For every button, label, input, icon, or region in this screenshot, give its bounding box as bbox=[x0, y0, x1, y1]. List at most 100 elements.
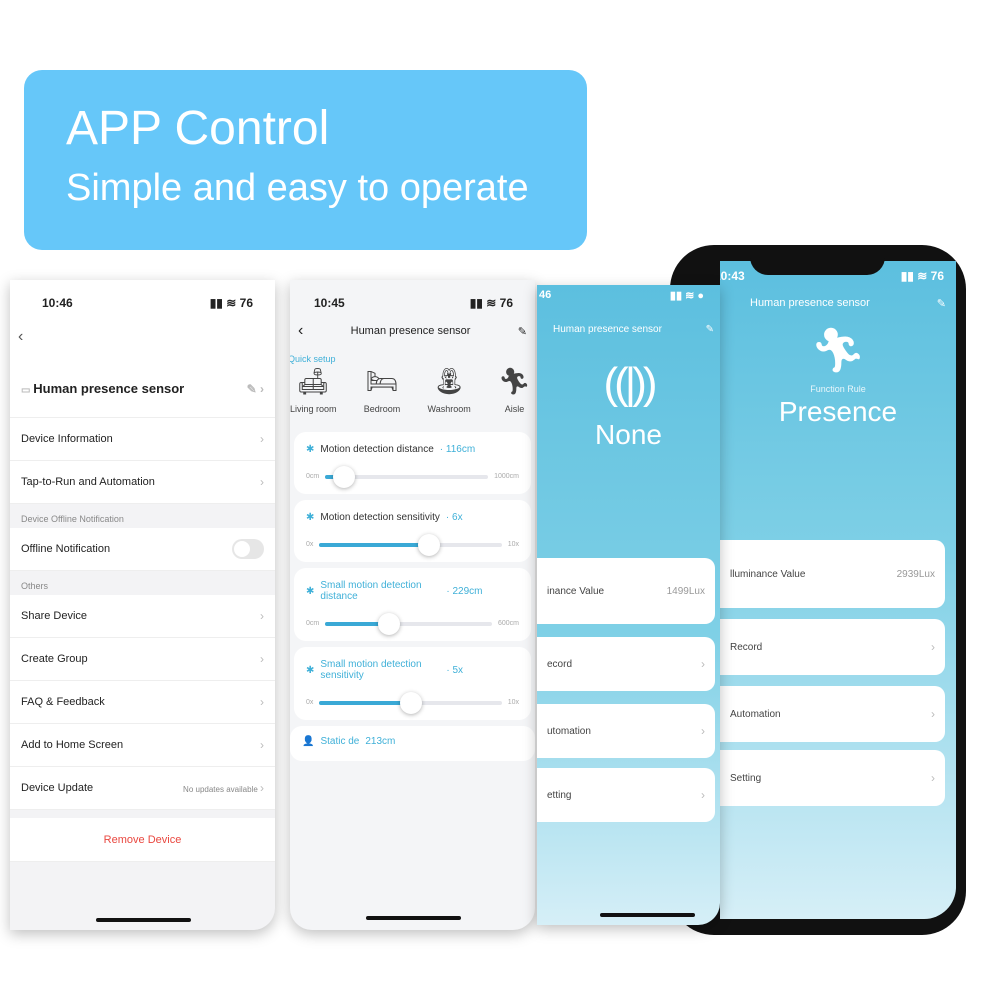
phone-notch bbox=[750, 245, 885, 275]
promo-banner: APP Control Simple and easy to operate bbox=[24, 70, 587, 250]
menu-create-group[interactable]: Create Group › bbox=[10, 638, 275, 681]
menu-share-device[interactable]: Share Device › bbox=[10, 595, 275, 638]
motion-icon: ✱ bbox=[306, 512, 315, 523]
illuminance-card: inance Value 1499Lux bbox=[537, 558, 715, 624]
card-title: Motion detection distance bbox=[320, 444, 434, 455]
status-time: 10:43 bbox=[720, 269, 745, 283]
menu-tap-to-run[interactable]: Tap-to-Run and Automation › bbox=[10, 461, 275, 504]
edit-icon[interactable]: ✎ bbox=[706, 324, 714, 335]
slider-thumb[interactable] bbox=[333, 465, 356, 488]
update-status: No updates available bbox=[183, 785, 258, 794]
menu-faq[interactable]: FAQ & Feedback › bbox=[10, 681, 275, 724]
slider-track[interactable] bbox=[319, 691, 502, 714]
status-time: 10:45 bbox=[314, 296, 345, 310]
card-value: 213cm bbox=[365, 736, 396, 747]
slider-card: ✱ Motion detection sensitivity · 6x 0x 10x bbox=[294, 500, 531, 562]
illuminance-label: inance Value bbox=[547, 585, 605, 597]
scene-bedroom[interactable]: 🛏︎ Bedroom bbox=[364, 366, 401, 414]
slider-thumb[interactable] bbox=[377, 612, 400, 635]
scene-washroom[interactable]: ⛲︎ Washroom bbox=[428, 366, 471, 414]
slider-max: 1000cm bbox=[494, 473, 519, 480]
row-label: Automation bbox=[730, 708, 781, 720]
menu-add-home[interactable]: Add to Home Screen › bbox=[10, 724, 275, 767]
row-label: Setting bbox=[730, 772, 762, 784]
edit-icon[interactable]: ✎ › bbox=[247, 382, 264, 396]
chevron-right-icon: › bbox=[260, 652, 264, 666]
home-indicator bbox=[95, 918, 191, 922]
device-icon: ▭ bbox=[21, 385, 34, 396]
status-time: 10:46 bbox=[42, 296, 73, 310]
scene-label: Living room bbox=[290, 404, 337, 414]
slider-track[interactable] bbox=[325, 612, 492, 635]
back-button[interactable]: ‹ bbox=[298, 322, 303, 340]
automation-row[interactable]: Automation › bbox=[720, 686, 945, 742]
device-name: Human presence sensor bbox=[33, 381, 185, 396]
slider-min: 0cm bbox=[306, 473, 320, 480]
slider-track[interactable] bbox=[325, 465, 489, 488]
scene-label: Bedroom bbox=[363, 404, 401, 414]
menu-device-information[interactable]: Device Information › bbox=[10, 418, 275, 461]
setting-row[interactable]: etting › bbox=[537, 768, 715, 822]
offline-notification-toggle[interactable] bbox=[232, 539, 264, 559]
menu-label: Tap-to-Run and Automation bbox=[21, 476, 155, 488]
chevron-right-icon: › bbox=[260, 695, 264, 709]
home-indicator bbox=[599, 913, 695, 917]
edit-icon[interactable]: ✎ bbox=[518, 325, 527, 338]
slider-track[interactable] bbox=[319, 533, 502, 556]
bed-icon: 🛏︎ bbox=[365, 366, 399, 396]
screen-title: Human presence sensor bbox=[553, 324, 662, 335]
slider-thumb[interactable] bbox=[399, 691, 422, 714]
slider-max: 10x bbox=[507, 541, 519, 548]
function-rule-label: Function Rule bbox=[810, 384, 866, 394]
setting-row[interactable]: Setting › bbox=[720, 750, 945, 806]
chevron-right-icon: › bbox=[260, 432, 264, 446]
section-offline: Device Offline Notification bbox=[21, 514, 124, 524]
card-title: Motion detection sensitivity bbox=[320, 512, 440, 523]
menu-label: Device Information bbox=[21, 433, 113, 445]
sink-icon: ⛲︎ bbox=[432, 366, 466, 396]
menu-device-update[interactable]: Device Update No updates available › bbox=[10, 767, 275, 810]
section-others: Others bbox=[21, 581, 49, 591]
motion-icon: ✱ bbox=[306, 664, 315, 676]
menu-label: Offline Notification bbox=[21, 543, 111, 555]
device-settings-screen: 10:46 ▮▮ ≋ 76 ‹ ▭ Human presence sensor ✎… bbox=[10, 280, 275, 930]
card-title: Small motion detection distance bbox=[320, 580, 422, 602]
record-row[interactable]: ecord › bbox=[537, 637, 715, 691]
remove-device-button[interactable]: Remove Device bbox=[10, 818, 275, 862]
scene-label: Washroom bbox=[427, 404, 471, 414]
motion-icon: ✱ bbox=[306, 585, 315, 597]
screen-title: Human presence sensor bbox=[750, 297, 870, 309]
row-label: etting bbox=[547, 789, 572, 801]
card-value: · 5x bbox=[446, 664, 464, 676]
row-label: Record bbox=[730, 641, 763, 653]
status-icons: ▮▮ ≋ 76 bbox=[469, 296, 513, 310]
slider-thumb[interactable] bbox=[417, 533, 440, 556]
scene-aisle[interactable]: 🏃︎ Aisle bbox=[498, 366, 531, 414]
static-distance-card: 👤 Static de 213cm bbox=[290, 726, 535, 761]
state-presence-screen: 10:43 ▮▮ ≋ 76 Human presence sensor ✎ 🏃︎ F… bbox=[720, 261, 956, 919]
edit-icon[interactable]: ✎ bbox=[937, 297, 946, 310]
chevron-right-icon: › bbox=[260, 781, 264, 795]
back-button[interactable]: ‹ bbox=[10, 320, 275, 360]
scene-living-room[interactable]: 🛋︎ Living room bbox=[290, 366, 337, 414]
device-header[interactable]: ▭ Human presence sensor ✎ › bbox=[10, 360, 275, 418]
chevron-right-icon: › bbox=[260, 475, 264, 489]
banner-title: APP Control bbox=[66, 102, 330, 155]
automation-row[interactable]: utomation › bbox=[537, 704, 715, 758]
home-indicator bbox=[365, 916, 461, 920]
chevron-right-icon: › bbox=[701, 788, 705, 802]
sofa-icon: 🛋︎ bbox=[296, 366, 330, 396]
card-value: · 6x bbox=[445, 512, 463, 523]
running-person-icon: 🏃︎ bbox=[497, 366, 531, 396]
record-row[interactable]: Record › bbox=[720, 619, 945, 675]
illuminance-value: 1499Lux bbox=[666, 585, 705, 597]
slider-min: 0x bbox=[306, 699, 314, 706]
chevron-right-icon: › bbox=[260, 738, 264, 752]
slider-max: 10x bbox=[507, 699, 519, 706]
motion-icon: ✱ bbox=[306, 444, 315, 455]
presence-state: Presence bbox=[778, 396, 898, 427]
card-value: · 229cm bbox=[446, 585, 483, 597]
slider-card: ✱ Small motion detection distance · 229cm 0… bbox=[294, 568, 531, 641]
card-title: Small motion detection sensitivity bbox=[320, 659, 422, 681]
status-icons: ▮▮ ≋ ● bbox=[669, 290, 704, 302]
